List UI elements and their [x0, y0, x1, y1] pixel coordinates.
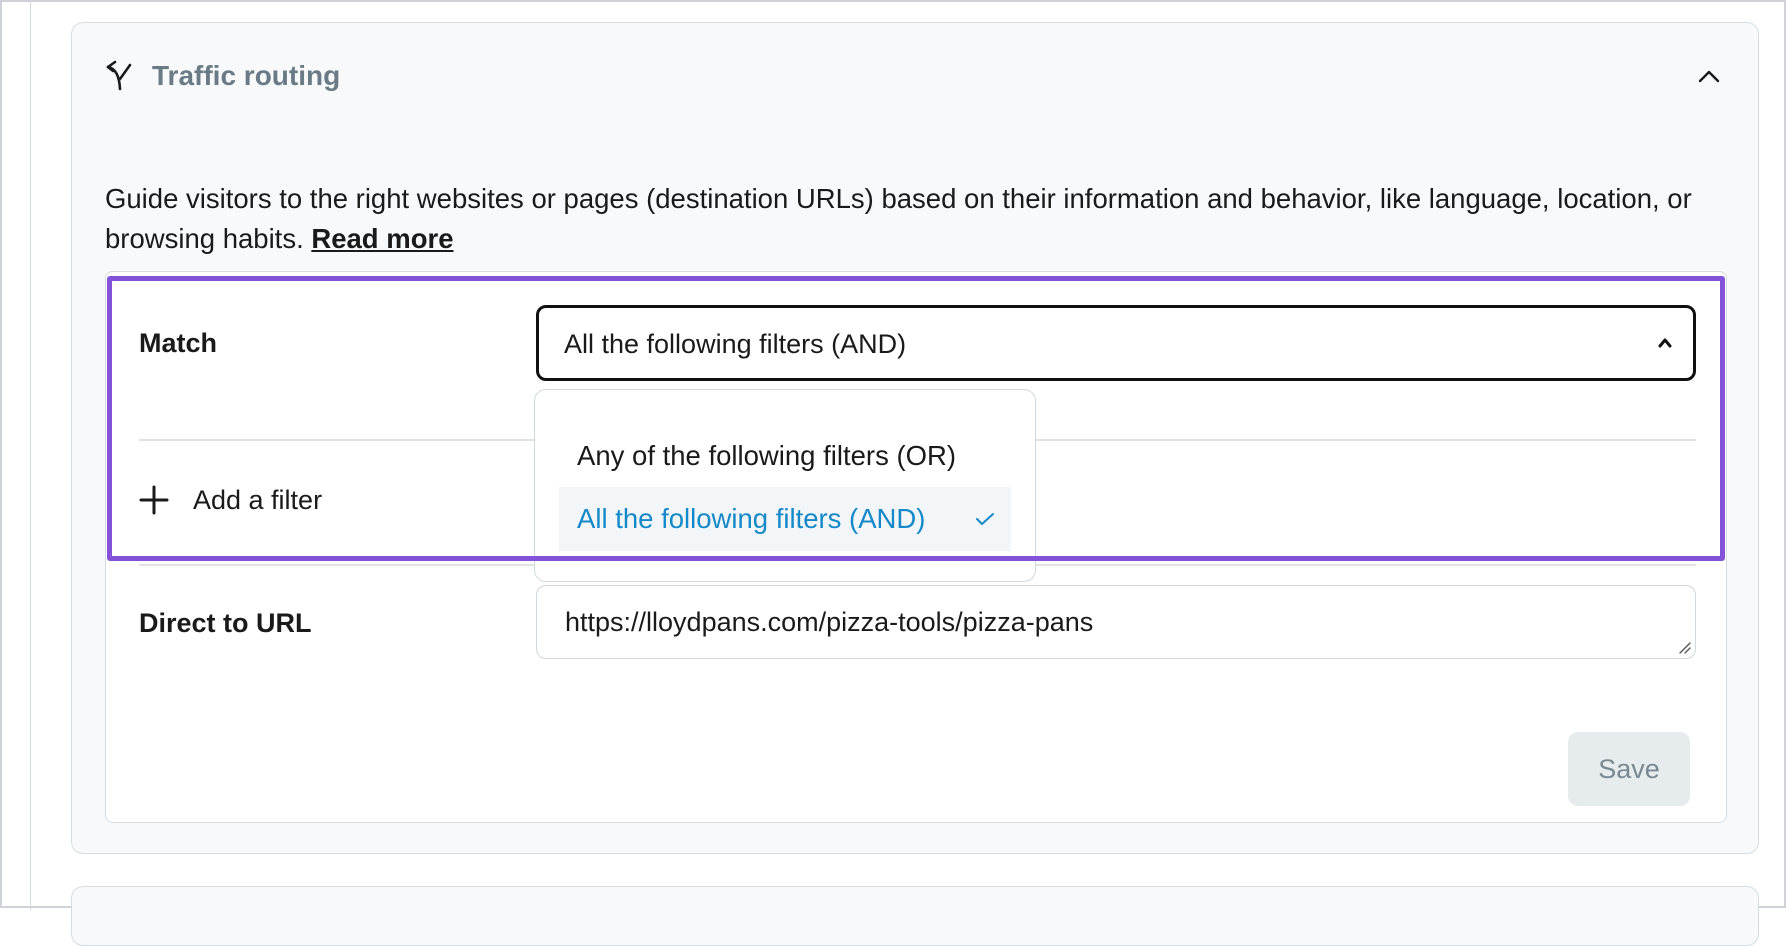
option-label: All the following filters (AND) — [577, 503, 926, 534]
add-filter-button[interactable]: Add a filter — [139, 468, 479, 532]
plus-icon — [139, 485, 169, 515]
match-select-value: All the following filters (AND) — [564, 329, 907, 359]
chevron-up-icon — [1658, 338, 1672, 348]
direct-to-url-label: Direct to URL — [139, 608, 312, 638]
card-title: Traffic routing — [152, 60, 341, 91]
match-label: Match — [139, 328, 218, 358]
resize-handle-icon[interactable] — [1677, 640, 1691, 654]
dropdown-option-and[interactable]: All the following filters (AND) — [559, 487, 1011, 551]
chevron-up-icon[interactable] — [1696, 65, 1722, 87]
left-rule — [30, 2, 31, 910]
card-header[interactable]: Traffic routing — [72, 23, 1758, 129]
app-frame: Traffic routing Guide visitors to the ri… — [0, 0, 1786, 946]
direct-url-input[interactable]: https://lloydpans.com/pizza-tools/pizza-… — [536, 585, 1696, 659]
match-dropdown-menu: Any of the following filters (OR) All th… — [534, 389, 1036, 582]
split-route-icon — [106, 60, 132, 91]
save-button[interactable]: Save — [1568, 732, 1690, 806]
match-select[interactable]: All the following filters (AND) — [536, 305, 1696, 381]
checkmark-icon — [976, 513, 994, 525]
read-more-link[interactable]: Read more — [311, 223, 453, 254]
dropdown-option-or[interactable]: Any of the following filters (OR) — [559, 424, 1011, 488]
next-card — [71, 886, 1759, 946]
option-label: Any of the following filters (OR) — [577, 440, 957, 471]
direct-url-value: https://lloydpans.com/pizza-tools/pizza-… — [565, 607, 1094, 637]
description: Guide visitors to the right websites or … — [105, 179, 1745, 259]
add-filter-label: Add a filter — [193, 484, 323, 515]
